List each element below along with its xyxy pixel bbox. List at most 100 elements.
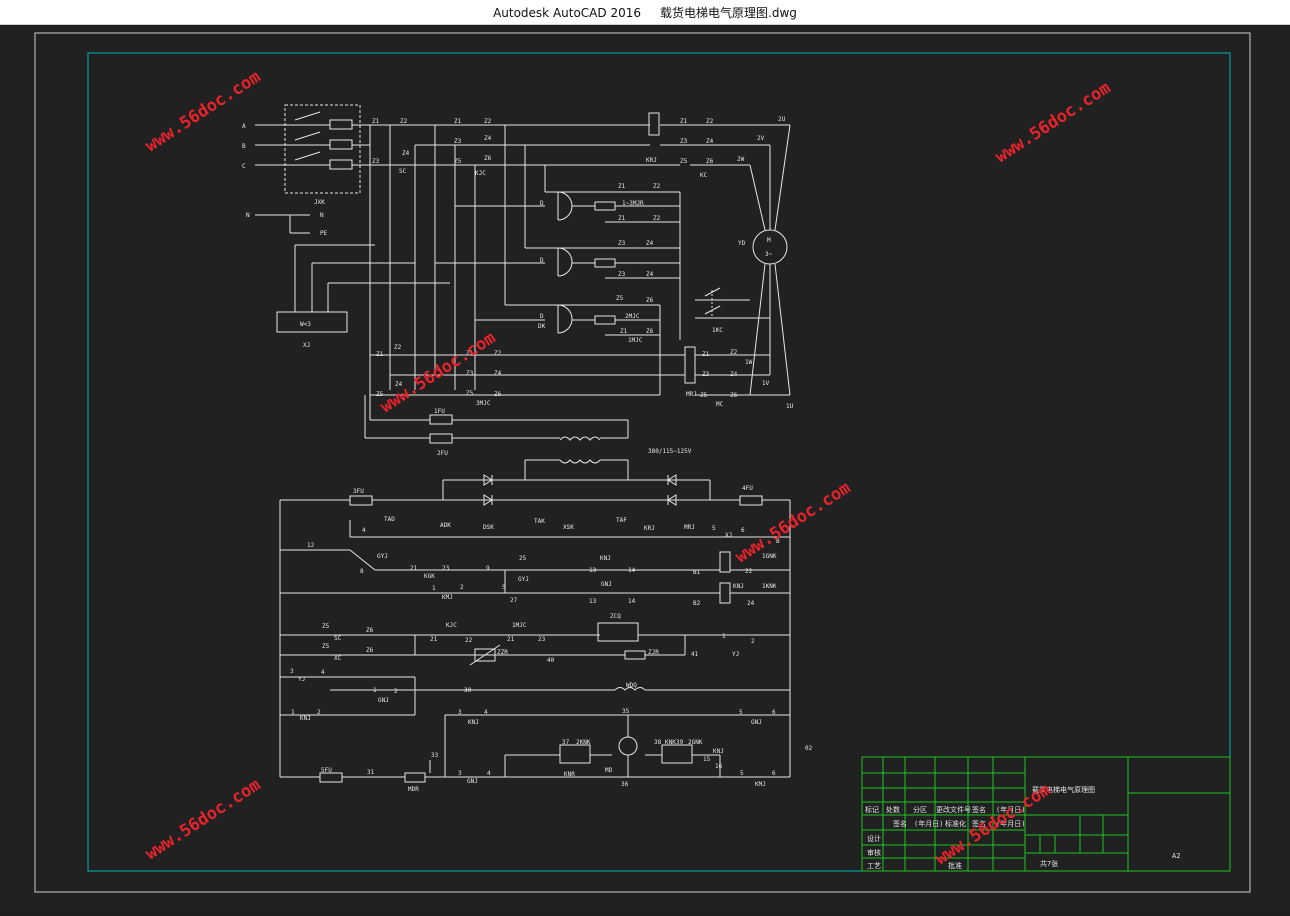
schematic-label: 41 bbox=[691, 651, 699, 658]
schematic-label: 36 bbox=[621, 781, 629, 788]
schematic-label: 1 bbox=[722, 633, 726, 640]
schematic-label: 13 bbox=[589, 598, 597, 605]
schematic-label: KMJ bbox=[442, 594, 453, 601]
schematic-label: 分区 bbox=[913, 805, 927, 814]
schematic-label: Z1 bbox=[620, 328, 628, 335]
motor-t-2u: 2U bbox=[778, 116, 786, 123]
schematic-label: 5 bbox=[502, 584, 506, 591]
schematic-label: ZCQ bbox=[610, 613, 621, 620]
schematic-label: XC bbox=[334, 655, 342, 662]
schematic-label: 3 bbox=[290, 668, 294, 675]
schematic-label: Z5 bbox=[700, 392, 708, 399]
schematic-label: YJ bbox=[732, 651, 739, 658]
schematic-label: 21 bbox=[430, 636, 438, 643]
fuse-2fu: 2FU bbox=[437, 450, 448, 457]
kc-label: KC bbox=[700, 172, 708, 179]
schematic-label: 2 bbox=[394, 688, 398, 695]
schematic-label: KNJ bbox=[468, 719, 479, 726]
schematic-label: Z2 bbox=[706, 118, 714, 125]
schematic-label: 审核 bbox=[867, 848, 881, 857]
schematic-label: Z4 bbox=[494, 370, 502, 377]
schematic-label: 14 bbox=[628, 567, 636, 574]
schematic-label: GNJ bbox=[467, 778, 478, 785]
schematic-label: 设计 bbox=[867, 834, 881, 843]
main-switch-label: JXK bbox=[314, 199, 325, 206]
sc-label: SC bbox=[399, 168, 407, 175]
schematic-label: KNR bbox=[564, 771, 575, 778]
schematic-label: GYJ bbox=[377, 553, 388, 560]
schematic-label: KMJ bbox=[755, 781, 766, 788]
schematic-label: Z4 bbox=[646, 271, 654, 278]
sheet-count: 共7张 bbox=[1040, 859, 1058, 868]
schematic-label: 2 bbox=[751, 638, 755, 645]
dk-label: DK bbox=[538, 323, 546, 330]
schematic-label: Z1 bbox=[680, 118, 688, 125]
schematic-label: 处数 bbox=[886, 805, 900, 814]
schematic-label: SC bbox=[334, 635, 342, 642]
schematic-label: Z2 bbox=[653, 183, 661, 190]
outer-frame bbox=[34, 32, 1251, 893]
schematic-label: (年月日) bbox=[914, 819, 943, 828]
fuse-5fu: 5FU bbox=[321, 767, 332, 774]
schematic-label: Z3 bbox=[618, 240, 626, 247]
schematic-label: 31 bbox=[367, 769, 375, 776]
schematic-label: Z5 bbox=[454, 158, 462, 165]
schematic-label: Z3 bbox=[618, 271, 626, 278]
schematic-label: 4 bbox=[484, 709, 488, 716]
transformer-rating: 380/115~125V bbox=[648, 448, 692, 455]
schematic-label: Z1 bbox=[618, 215, 626, 222]
schematic-label: 21 bbox=[410, 565, 418, 572]
schematic-label: 27 bbox=[510, 597, 518, 604]
schematic-label: 38 bbox=[654, 739, 662, 746]
schematic-label: 4 bbox=[487, 770, 491, 777]
fuse-4fu: 4FU bbox=[742, 485, 753, 492]
schematic-label: XJ bbox=[725, 532, 732, 539]
watermark-1: www.56doc.com bbox=[142, 67, 264, 156]
schematic-label: 标准化 bbox=[945, 819, 966, 828]
schematic-label: TAK bbox=[534, 518, 545, 525]
schematic-label: GNJ bbox=[378, 697, 389, 704]
drawing-svg[interactable]: A B C N N PE JXK W<3 XJ SC KJC KRJ KC MR… bbox=[0, 25, 1290, 912]
drawing-canvas[interactable]: A B C N N PE JXK W<3 XJ SC KJC KRJ KC MR… bbox=[0, 25, 1290, 912]
fuse-1fu: 1FU bbox=[434, 408, 445, 415]
motor-label: YD bbox=[738, 240, 746, 247]
schematic-label: Z6 bbox=[646, 297, 654, 304]
schematic-label: 35 bbox=[622, 708, 630, 715]
schematic-label: B2 bbox=[693, 600, 701, 607]
schematic-label: Z2 bbox=[394, 344, 402, 351]
schematic-label: 4 bbox=[321, 669, 325, 676]
schematic-label: Z1 bbox=[702, 351, 710, 358]
schematic-label: 25 bbox=[519, 555, 527, 562]
krj-label: KRJ bbox=[646, 157, 657, 164]
schematic-label: MDR bbox=[408, 786, 419, 793]
schematic-label: 14 bbox=[628, 598, 636, 605]
schematic-label: 标记 bbox=[865, 805, 879, 814]
schematic-label: Z6 bbox=[366, 627, 374, 634]
schematic-label: 2KNK bbox=[576, 739, 591, 746]
schematic-label: Z6 bbox=[730, 392, 738, 399]
schematic-label: Z4 bbox=[484, 135, 492, 142]
schematic-label: 2GNK bbox=[688, 739, 703, 746]
schematic-label: 23 bbox=[442, 565, 450, 572]
motor-symbol: M bbox=[767, 237, 771, 244]
motor-t-2w: 2W bbox=[737, 156, 745, 163]
schematic-wires bbox=[255, 104, 791, 783]
phase-b: B bbox=[242, 143, 246, 150]
schematic-label: 5 bbox=[740, 770, 744, 777]
schematic-label: KNK bbox=[665, 739, 676, 746]
schematic-label: Z3 bbox=[702, 371, 710, 378]
schematic-label: Z1 bbox=[376, 351, 384, 358]
schematic-label: 40 bbox=[547, 657, 555, 664]
schematic-label: 13 bbox=[589, 567, 597, 574]
schematic-label: Z6 bbox=[484, 155, 492, 162]
schematic-label: Z4 bbox=[646, 240, 654, 247]
schematic-label: KNJ bbox=[600, 555, 611, 562]
schematic-label: Z2 bbox=[494, 350, 502, 357]
kjc-label: KJC bbox=[475, 170, 486, 177]
motor-t-1u: 1U bbox=[786, 403, 794, 410]
schematic-label: 24 bbox=[747, 600, 755, 607]
resistor-2-label: 2MJC bbox=[625, 313, 640, 320]
socket-label: XJ bbox=[303, 342, 310, 349]
schematic-label: 6 bbox=[772, 709, 776, 716]
schematic-label: 16 bbox=[715, 763, 723, 770]
